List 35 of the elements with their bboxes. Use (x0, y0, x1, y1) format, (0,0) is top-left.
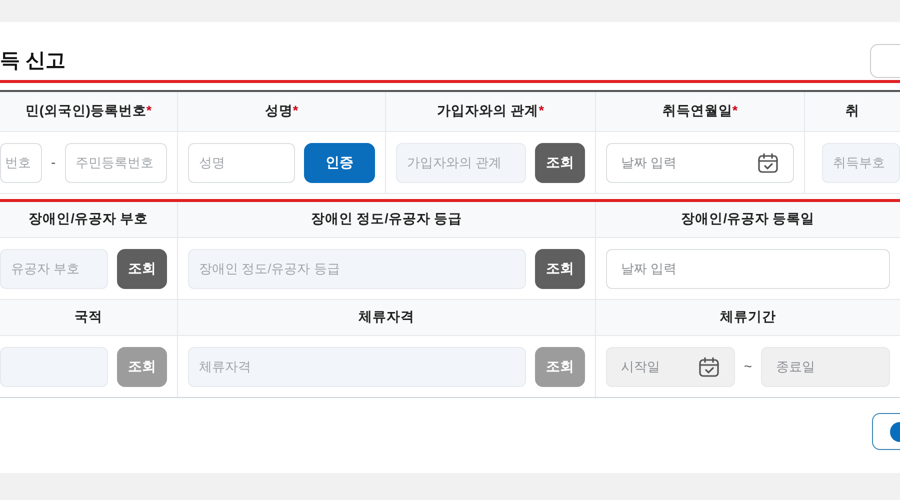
circle-button[interactable] (872, 413, 900, 450)
input-field[interactable]: 번호 (0, 142, 42, 182)
input-field[interactable]: 성명 (188, 142, 295, 182)
required-mark: * (538, 102, 544, 120)
input-field[interactable] (0, 346, 108, 386)
column-header: 국적 (74, 308, 102, 326)
column-header: 장애인 정도/유공자 등급 (310, 210, 462, 228)
date-field[interactable]: 날짜 입력 (606, 142, 794, 182)
column-header: 체류자격 (358, 308, 414, 326)
column-header: 체류기간 (720, 308, 776, 326)
date-field[interactable]: 날짜 입력 (606, 248, 890, 288)
input-field[interactable]: 체류자격 (188, 346, 526, 386)
required-mark: * (146, 102, 152, 120)
column-header: 취득연월일 (662, 102, 732, 120)
required-mark: * (292, 102, 298, 120)
column-header: 가입자와의 관계 (436, 102, 539, 120)
input-field[interactable]: 장애인 정도/유공자 등급 (188, 248, 526, 288)
input-field[interactable]: 유공자 부호 (0, 248, 108, 288)
column-header: 장애인/유공자 부호 (28, 210, 148, 228)
column-header: 민(외국인)등록번호 (25, 102, 146, 120)
page-title: 득 신고 (0, 51, 66, 74)
separator-text: - (51, 153, 56, 172)
required-mark: * (732, 102, 738, 120)
column-header: 취 (846, 102, 860, 120)
column-header: 장애인/유공자 등록일 (681, 210, 815, 228)
lookup-button[interactable]: 조회 (535, 142, 585, 182)
input-field[interactable]: 주민등록번호 (64, 142, 167, 182)
lookup-button[interactable]: 조회 (117, 248, 167, 288)
input-field[interactable]: 가입자와의 관계 (396, 142, 526, 182)
verify-button[interactable]: 인증 (304, 142, 375, 182)
input-field[interactable]: 취득부호 (822, 142, 900, 182)
lookup-button[interactable]: 조회 (535, 248, 585, 288)
separator-text: ~ (744, 357, 752, 376)
calendar-icon[interactable] (757, 152, 779, 174)
column-header: 성명 (264, 102, 293, 120)
